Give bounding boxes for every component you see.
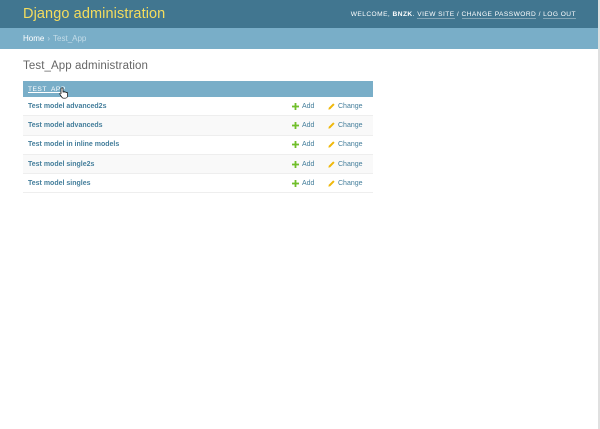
module-caption: TEST_APP — [23, 81, 373, 99]
view-site-link[interactable]: VIEW SITE — [417, 10, 455, 19]
plus-icon — [292, 121, 299, 129]
model-link[interactable]: Test model advanceds — [23, 122, 373, 129]
change-link[interactable]: Change — [328, 155, 363, 173]
username: BNZK — [392, 10, 413, 18]
add-label: Add — [302, 179, 315, 187]
plus-icon — [292, 179, 299, 187]
model-link[interactable]: Test model advanced2s — [23, 103, 373, 110]
change-link[interactable]: Change — [328, 97, 363, 115]
table-row: Test model advanced2s Add Change — [23, 97, 373, 117]
content: Test_App administration TEST_APP Test mo… — [0, 49, 600, 194]
change-link[interactable]: Change — [328, 116, 363, 134]
table-row: Test model advanceds Add Change — [23, 116, 373, 136]
table-row: Test model singles Add Change — [23, 174, 373, 194]
app-module: TEST_APP Test model advanced2s Add Chang… — [23, 81, 373, 194]
add-link[interactable]: Add — [292, 136, 314, 154]
breadcrumb: Home › Test_App — [0, 28, 600, 49]
table-row: Test model in inline models Add Change — [23, 136, 373, 155]
model-link[interactable]: Test model singles — [23, 180, 373, 187]
page: Django administration WELCOME, BNZK. VIE… — [0, 0, 600, 429]
plus-icon — [292, 141, 299, 149]
breadcrumb-separator: › — [47, 34, 51, 43]
change-label: Change — [338, 102, 363, 110]
add-link[interactable]: Add — [292, 155, 314, 173]
pencil-icon — [328, 180, 335, 187]
add-link[interactable]: Add — [292, 97, 314, 115]
welcome-label: WELCOME, — [350, 10, 391, 18]
breadcrumb-home-link[interactable]: Home — [23, 34, 44, 43]
table-row: Test model single2s Add Change — [23, 154, 373, 175]
change-password-link[interactable]: CHANGE PASSWORD — [461, 10, 537, 19]
add-link[interactable]: Add — [292, 174, 314, 192]
pencil-icon — [328, 160, 335, 168]
header: Django administration WELCOME, BNZK. VIE… — [0, 0, 600, 28]
add-label: Add — [302, 121, 315, 129]
change-link[interactable]: Change — [328, 136, 363, 154]
page-title: Test_App administration — [23, 60, 149, 72]
add-label: Add — [302, 141, 315, 149]
user-tools-separator: / — [456, 10, 460, 18]
change-label: Change — [338, 121, 363, 129]
change-label: Change — [338, 141, 363, 149]
plus-icon — [292, 102, 299, 110]
user-tools-separator: / — [538, 10, 541, 18]
change-link[interactable]: Change — [328, 174, 363, 192]
user-tools: WELCOME, BNZK. VIEW SITE / CHANGE PASSWO… — [350, 10, 576, 19]
site-title[interactable]: Django administration — [23, 6, 165, 22]
pencil-icon — [328, 141, 335, 148]
plus-icon — [292, 160, 299, 168]
add-link[interactable]: Add — [292, 116, 314, 134]
pencil-icon — [328, 103, 335, 110]
model-link[interactable]: Test model in inline models — [23, 141, 373, 148]
breadcrumb-current: Test_App — [53, 34, 87, 43]
add-label: Add — [302, 102, 315, 110]
add-label: Add — [302, 160, 315, 168]
model-link[interactable]: Test model single2s — [23, 161, 373, 168]
log-out-link[interactable]: LOG OUT — [543, 10, 576, 19]
pencil-icon — [328, 122, 335, 129]
change-label: Change — [338, 160, 363, 168]
change-label: Change — [338, 179, 363, 187]
